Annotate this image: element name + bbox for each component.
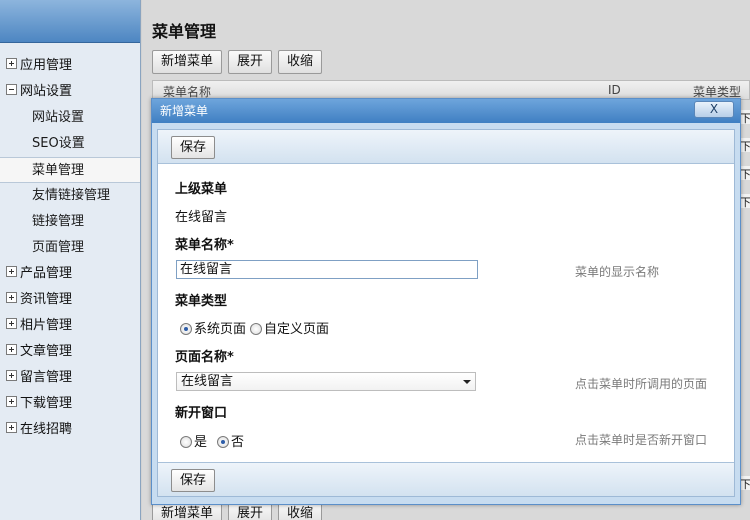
menu-type-label: 菜单类型: [175, 294, 228, 309]
parent-menu-value: 在线留言: [175, 210, 228, 225]
page-name-hint: 点击菜单时所调用的页面: [575, 377, 708, 391]
sidebar-item-label: 留言管理: [20, 370, 73, 385]
dialog-title: 新增菜单: [160, 104, 209, 118]
row-edge-text: 下: [740, 476, 750, 491]
parent-menu-label: 上级菜单: [175, 182, 228, 197]
dialog-toolbar-bottom: 保存: [158, 462, 734, 496]
dialog-titlebar[interactable]: 新增菜单: [152, 99, 740, 123]
sidebar-item[interactable]: 网站设置: [0, 105, 140, 131]
sidebar-header: [0, 0, 140, 43]
sidebar-item[interactable]: 在线招聘: [0, 417, 140, 443]
menu-type-option-system[interactable]: 系统页面: [180, 318, 246, 337]
radio-checked-icon[interactable]: [217, 435, 230, 448]
collapse-minus-icon[interactable]: [6, 84, 17, 95]
sidebar-item-label: 在线招聘: [20, 422, 73, 437]
menu-type-option-label: 系统页面: [194, 322, 247, 337]
expand-plus-icon[interactable]: [6, 58, 17, 69]
sidebar-item-label: 网站设置: [32, 110, 85, 125]
sidebar-item-label: 相片管理: [20, 318, 73, 333]
sidebar: 应用管理 网站设置 网站设置 SEO设置 菜单管理 友情链接管理 链接管理 页面管理 产品管理资…: [0, 0, 141, 520]
add-menu-dialog: 新增菜单 X 保存 上级菜单 在线留言 菜单名称* 在线留言 菜单的显示名称 菜…: [151, 98, 741, 505]
expand-plus-icon[interactable]: [6, 292, 17, 303]
sidebar-item-label: 产品管理: [20, 266, 73, 281]
expand-plus-icon[interactable]: [6, 318, 17, 329]
page-title: 菜单管理: [152, 22, 217, 41]
page-name-label: 页面名称*: [175, 350, 234, 365]
row-edge-text: 下: [740, 166, 750, 181]
new-window-hint: 点击菜单时是否新开窗口: [575, 433, 708, 447]
sidebar-nav: 应用管理 网站设置 网站设置 SEO设置 菜单管理 友情链接管理 链接管理 页面管理 产品管理资…: [0, 43, 140, 443]
dialog-close-button[interactable]: X: [694, 101, 734, 118]
radio-unchecked-icon[interactable]: [180, 435, 192, 448]
sidebar-item-label: 资讯管理: [20, 292, 73, 307]
new-window-radio-group: 是否: [180, 431, 248, 450]
sidebar-item[interactable]: 文章管理: [0, 339, 140, 365]
sidebar-item[interactable]: 相片管理: [0, 313, 140, 339]
sidebar-item[interactable]: 友情链接管理: [0, 183, 140, 209]
grid-header: 菜单名称 ID 菜单类型: [152, 80, 750, 100]
menu-type-option-custom[interactable]: 自定义页面: [250, 318, 329, 337]
column-header-id[interactable]: ID: [608, 83, 621, 97]
new-window-label: 新开窗口: [175, 406, 228, 421]
save-button[interactable]: 保存: [171, 469, 216, 492]
sidebar-item[interactable]: 链接管理: [0, 209, 140, 235]
chevron-down-icon: [463, 380, 471, 384]
main-toolbar: 新增菜单 展开 收缩: [152, 50, 328, 74]
row-edge-text: 下: [740, 194, 750, 209]
collapse-button[interactable]: 收缩: [278, 50, 323, 74]
expand-plus-icon[interactable]: [6, 370, 17, 381]
row-edge-text: 下: [740, 110, 750, 125]
sidebar-item[interactable]: 产品管理: [0, 261, 140, 287]
sidebar-item[interactable]: 留言管理: [0, 365, 140, 391]
new-window-option-yes[interactable]: 是: [180, 431, 207, 450]
sidebar-item-label: 文章管理: [20, 344, 73, 359]
page-name-selected-value: 在线留言: [181, 374, 234, 389]
expand-plus-icon[interactable]: [6, 344, 17, 355]
new-window-option-label: 是: [194, 435, 208, 450]
expand-button[interactable]: 展开: [228, 50, 273, 74]
sidebar-item[interactable]: 资讯管理: [0, 287, 140, 313]
row-edge-text: 下: [740, 138, 750, 153]
sidebar-item[interactable]: SEO设置: [0, 131, 140, 157]
new-window-option-no[interactable]: 否: [217, 431, 244, 450]
expand-plus-icon[interactable]: [6, 266, 17, 277]
menu-type-radio-group: 系统页面 自定义页面: [180, 318, 333, 337]
menu-type-option-label: 自定义页面: [264, 322, 330, 337]
add-menu-button[interactable]: 新增菜单: [152, 50, 223, 74]
sidebar-item[interactable]: 页面管理: [0, 235, 140, 261]
sidebar-item-label: 菜单管理: [32, 163, 85, 178]
dialog-toolbar-top: 保存: [158, 130, 734, 164]
sidebar-item[interactable]: 网站设置: [0, 79, 140, 105]
menu-name-hint: 菜单的显示名称: [575, 265, 660, 279]
page-name-select[interactable]: 在线留言: [176, 372, 476, 391]
expand-plus-icon[interactable]: [6, 396, 17, 407]
sidebar-item-label: 链接管理: [32, 214, 85, 229]
sidebar-item-label: 页面管理: [32, 240, 85, 255]
sidebar-item-label: SEO设置: [32, 136, 85, 151]
sidebar-item-label: 友情链接管理: [32, 188, 111, 203]
sidebar-item-label: 应用管理: [20, 58, 73, 73]
sidebar-item[interactable]: 下载管理: [0, 391, 140, 417]
sidebar-item-label: 下载管理: [20, 396, 73, 411]
radio-unchecked-icon[interactable]: [250, 322, 263, 335]
sidebar-item-label: 网站设置: [20, 84, 73, 99]
menu-name-label: 菜单名称*: [175, 238, 234, 253]
save-button[interactable]: 保存: [171, 136, 216, 159]
close-icon: X: [709, 102, 719, 116]
dialog-body: 保存 上级菜单 在线留言 菜单名称* 在线留言 菜单的显示名称 菜单类型 系统页…: [157, 129, 735, 497]
menu-name-input[interactable]: 在线留言: [176, 260, 478, 279]
expand-plus-icon[interactable]: [6, 422, 17, 433]
new-window-option-label: 否: [231, 435, 245, 450]
sidebar-item[interactable]: 菜单管理: [0, 157, 140, 183]
sidebar-item[interactable]: 应用管理: [0, 53, 140, 79]
radio-checked-icon[interactable]: [180, 322, 192, 335]
